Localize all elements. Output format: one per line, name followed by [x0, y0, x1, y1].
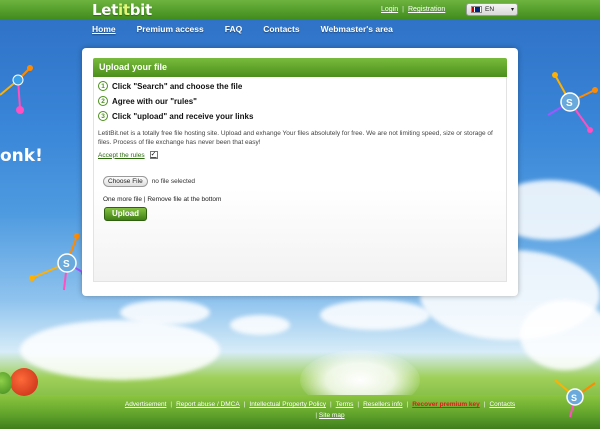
footer-link-site-map[interactable]: Site map — [319, 412, 345, 419]
footer-link-terms[interactable]: Terms — [336, 401, 354, 408]
file-actions: One more file | Remove file at the botto… — [103, 196, 222, 203]
footer-link-advertisement[interactable]: Advertisement — [125, 401, 167, 408]
account-links: Login | Registration — [381, 6, 446, 13]
registration-link[interactable]: Registration — [408, 6, 445, 13]
uk-flag-icon — [471, 6, 482, 13]
cloud — [230, 315, 290, 335]
footer-link-resellers[interactable]: Resellers info — [363, 401, 402, 408]
footer: Advertisement | Report abuse / DMCA | Inte… — [0, 401, 600, 419]
service-description: LetitBit.net is a totally free file host… — [98, 130, 493, 146]
tree — [0, 372, 12, 394]
login-link[interactable]: Login — [381, 6, 398, 13]
cloud — [520, 300, 600, 370]
step-text: Agree with our "rules" — [112, 96, 197, 106]
step-number: 2 — [98, 96, 108, 106]
language-selector[interactable]: EN ▾ — [466, 3, 518, 16]
footer-links: Advertisement | Report abuse / DMCA | Inte… — [124, 401, 516, 408]
footer-link-report-abuse[interactable]: Report abuse / DMCA — [176, 401, 240, 408]
cloud — [20, 320, 220, 380]
one-more-file-link[interactable]: One more file — [103, 196, 142, 203]
file-input-row: Choose File no file selected — [103, 176, 195, 187]
molecule-graphic-right: S — [547, 72, 598, 133]
promo-side-text: onk! — [0, 146, 43, 166]
file-status: no file selected — [151, 178, 196, 185]
step-text: Click "upload" and receive your links — [112, 111, 254, 121]
step-text: Click "Search" and choose the file — [112, 81, 243, 91]
footer-link-recover-key[interactable]: Recover premium key — [412, 401, 480, 408]
nav-faq[interactable]: FAQ — [225, 24, 242, 34]
site-logo[interactable]: Letitbit — [92, 1, 152, 19]
nav-contacts[interactable]: Contacts — [263, 24, 299, 34]
main-nav: Home Premium access FAQ Contacts Webmast… — [92, 24, 393, 34]
remove-file-link[interactable]: Remove file at the bottom — [147, 196, 221, 203]
step-number: 1 — [98, 81, 108, 91]
upload-button[interactable]: Upload — [104, 207, 147, 221]
accept-rules-row: Accept the rules ✓ — [98, 151, 158, 159]
language-label: EN — [485, 6, 495, 13]
panel-title: Upload your file — [93, 58, 507, 77]
nav-premium-access[interactable]: Premium access — [137, 24, 204, 34]
tree — [10, 368, 38, 396]
footer-sitemap-row: | Site map — [315, 412, 345, 419]
chevron-down-icon: ▾ — [510, 7, 514, 13]
step-1: 1 Click "Search" and choose the file — [98, 81, 242, 91]
step-2: 2 Agree with our "rules" — [98, 96, 197, 106]
accept-rules-checkbox[interactable]: ✓ — [149, 151, 158, 159]
nav-webmasters-area[interactable]: Webmaster's area — [321, 24, 393, 34]
footer-link-ip-policy[interactable]: Intellectual Property Policy — [249, 401, 326, 408]
nav-home[interactable]: Home — [92, 24, 116, 34]
cloud — [320, 300, 430, 330]
molecule-graphic-left — [0, 65, 33, 114]
svg-text:S: S — [63, 259, 70, 270]
step-3: 3 Click "upload" and receive your links — [98, 111, 253, 121]
panel-body: 1 Click "Search" and choose the file 2 A… — [93, 77, 507, 282]
upload-panel: Upload your file 1 Click "Search" and ch… — [82, 48, 518, 296]
accept-rules-link[interactable]: Accept the rules — [98, 152, 145, 159]
step-number: 3 — [98, 111, 108, 121]
footer-link-contacts[interactable]: Contacts — [489, 401, 515, 408]
choose-file-button[interactable]: Choose File — [103, 176, 148, 187]
svg-text:S: S — [566, 98, 573, 109]
